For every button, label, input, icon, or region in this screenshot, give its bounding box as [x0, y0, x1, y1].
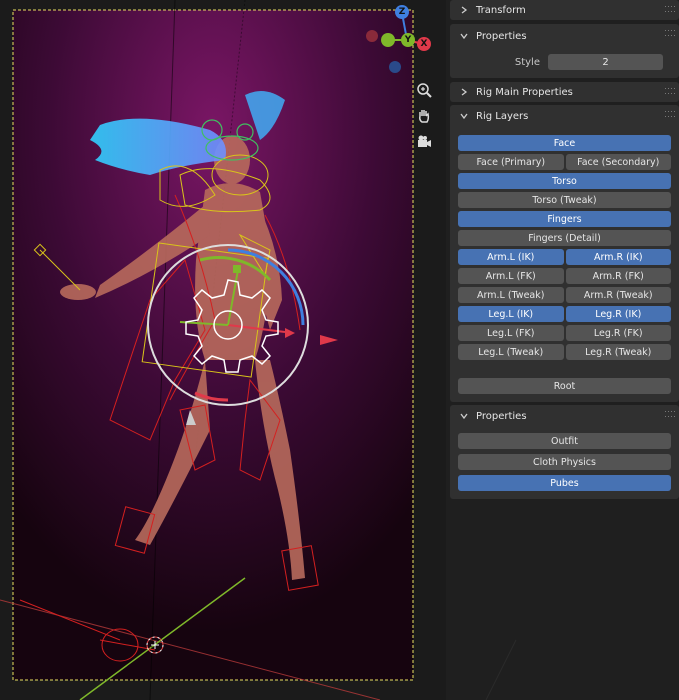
- layer-leg-l-tweak-toggle[interactable]: Leg.L (Tweak): [458, 344, 564, 360]
- panel-transform: Transform: [450, 0, 679, 20]
- layer-fingers-detail-toggle[interactable]: Fingers (Detail): [458, 230, 671, 246]
- drag-grip-icon[interactable]: [665, 30, 675, 38]
- camera-icon[interactable]: [414, 132, 434, 152]
- y-axis-label: Y: [404, 35, 412, 45]
- neg-y-bubble[interactable]: [381, 33, 395, 47]
- cloth-physics-toggle[interactable]: Cloth Physics: [458, 454, 671, 470]
- outfit-toggle[interactable]: Outfit: [458, 433, 671, 449]
- layer-face-secondary-toggle[interactable]: Face (Secondary): [565, 154, 671, 170]
- hand-icon[interactable]: [414, 106, 434, 126]
- z-axis-button[interactable]: Z: [393, 3, 411, 21]
- panel-properties-header[interactable]: Properties: [450, 24, 679, 48]
- panel-properties-title: Properties: [476, 30, 527, 42]
- layer-arm-r-fk-toggle[interactable]: Arm.R (FK): [565, 268, 671, 284]
- layer-leg-r-ik-toggle[interactable]: Leg.R (IK): [565, 306, 671, 322]
- layer-face-primary-toggle[interactable]: Face (Primary): [458, 154, 564, 170]
- panel-properties-2-title: Properties: [476, 410, 527, 422]
- layer-leg-r-fk-toggle[interactable]: Leg.R (FK): [565, 325, 671, 341]
- x-axis-button[interactable]: X: [415, 35, 433, 53]
- neg-x-bubble[interactable]: [366, 30, 378, 42]
- layer-arm-r-tweak-toggle[interactable]: Arm.R (Tweak): [565, 287, 671, 303]
- chevron-down-icon: [458, 110, 470, 122]
- sidebar-empty-area: [485, 639, 517, 700]
- panel-rig-layers: Rig Layers Face Face (Primary) Face (Sec…: [450, 105, 679, 402]
- zoom-icon[interactable]: [414, 80, 434, 100]
- panel-transform-title: Transform: [476, 4, 526, 16]
- layer-face-toggle[interactable]: Face: [458, 135, 671, 151]
- layer-leg-l-fk-toggle[interactable]: Leg.L (FK): [458, 325, 564, 341]
- panel-properties: Properties Style 2: [450, 24, 679, 78]
- drag-grip-icon[interactable]: [665, 411, 675, 419]
- panel-rig-layers-header[interactable]: Rig Layers: [450, 105, 679, 127]
- layer-torso-tweak-toggle[interactable]: Torso (Tweak): [458, 192, 671, 208]
- layer-fingers-toggle[interactable]: Fingers: [458, 211, 671, 227]
- layer-torso-toggle[interactable]: Torso: [458, 173, 671, 189]
- viewport-scene[interactable]: [0, 0, 446, 700]
- style-label: Style: [514, 56, 540, 68]
- panel-rig-layers-title: Rig Layers: [476, 110, 529, 122]
- layer-leg-r-tweak-toggle[interactable]: Leg.R (Tweak): [565, 344, 671, 360]
- panel-rig-main: Rig Main Properties: [450, 82, 679, 102]
- z-axis-label: Z: [398, 7, 406, 17]
- 3d-viewport[interactable]: Z Y X: [0, 0, 446, 700]
- layer-arm-r-ik-toggle[interactable]: Arm.R (IK): [565, 249, 671, 265]
- chevron-down-icon: [458, 410, 470, 422]
- panel-properties-2-header[interactable]: Properties: [450, 405, 679, 427]
- layer-leg-l-ik-toggle[interactable]: Leg.L (IK): [458, 306, 564, 322]
- sidebar-n-panel: Transform Properties Style 2 Rig Main Pr…: [446, 0, 679, 700]
- chevron-down-icon: [458, 30, 470, 42]
- layer-root-toggle[interactable]: Root: [458, 378, 671, 394]
- style-number-field[interactable]: 2: [548, 54, 663, 70]
- blender-window: Z Y X Transform Properties Style 2 Rig M…: [0, 0, 679, 700]
- layer-arm-l-tweak-toggle[interactable]: Arm.L (Tweak): [458, 287, 564, 303]
- panel-rig-main-title: Rig Main Properties: [476, 86, 573, 98]
- chevron-right-icon: [458, 86, 470, 98]
- panel-rig-main-header[interactable]: Rig Main Properties: [450, 82, 679, 102]
- style-row: Style 2: [450, 48, 679, 78]
- chevron-right-icon: [458, 4, 470, 16]
- layer-arm-l-ik-toggle[interactable]: Arm.L (IK): [458, 249, 564, 265]
- panel-transform-header[interactable]: Transform: [450, 0, 679, 20]
- neg-z-bubble[interactable]: [389, 61, 401, 73]
- drag-grip-icon[interactable]: [665, 111, 675, 119]
- pubes-toggle[interactable]: Pubes: [458, 475, 671, 491]
- drag-grip-icon[interactable]: [665, 88, 675, 96]
- drag-grip-icon[interactable]: [665, 6, 675, 14]
- panel-properties-2: Properties Outfit Cloth Physics Pubes: [450, 405, 679, 499]
- x-axis-label: X: [420, 39, 428, 49]
- layer-arm-l-fk-toggle[interactable]: Arm.L (FK): [458, 268, 564, 284]
